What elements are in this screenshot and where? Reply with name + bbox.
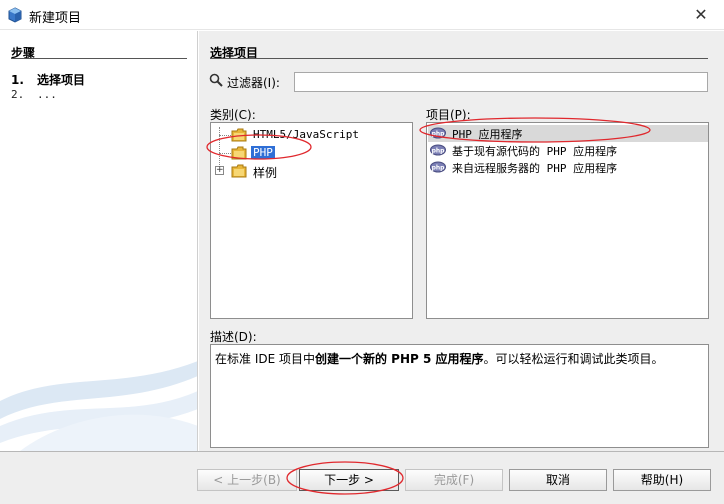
tree-guide — [219, 153, 231, 154]
close-button[interactable]: ✕ — [678, 0, 724, 30]
categories-label: 类别(C): — [210, 108, 256, 122]
window-title: 新建项目 — [29, 11, 82, 26]
project-item-php-app[interactable]: php PHP 应用程序 — [428, 125, 708, 142]
step-item-1: 1. 选择项目 — [11, 71, 85, 88]
svg-text:php: php — [432, 147, 446, 154]
help-button[interactable]: 帮助(H) — [613, 469, 711, 491]
finish-button[interactable]: 完成(F) — [405, 469, 503, 491]
back-button[interactable]: < 上一步(B) — [197, 469, 297, 491]
description-suffix: 。可以轻松运行和调试此类项目。 — [483, 352, 664, 366]
close-icon: ✕ — [694, 5, 708, 24]
description-label: 描述(D): — [210, 330, 257, 344]
next-button[interactable]: 下一步 > — [299, 469, 399, 491]
netbeans-cube-icon — [8, 7, 22, 23]
php-icon: php — [430, 127, 446, 139]
tree-guide — [219, 127, 220, 167]
tree-guide — [219, 135, 231, 136]
project-label: PHP 应用程序 — [452, 128, 523, 141]
filter-row: 过滤器(I): — [209, 71, 709, 92]
steps-panel: 步骤 1. 选择项目 2.... — [0, 31, 198, 451]
expand-toggle[interactable]: + — [215, 166, 224, 175]
category-label: HTML5/JavaScript — [253, 128, 359, 141]
project-item-remote-server[interactable]: php 来自远程服务器的 PHP 应用程序 — [428, 159, 708, 176]
project-label: 来自远程服务器的 PHP 应用程序 — [452, 162, 618, 175]
description-emphasis: 创建一个新的 PHP 5 应用程序 — [315, 352, 484, 366]
cancel-button[interactable]: 取消 — [509, 469, 607, 491]
php-icon: php — [430, 144, 446, 156]
search-icon — [209, 73, 223, 87]
php-icon: php — [430, 161, 446, 173]
step-number: 1. — [11, 73, 24, 87]
step-label: ... — [37, 88, 57, 101]
description-prefix: 在标准 IDE 项目中 — [215, 352, 315, 366]
steps-divider — [11, 58, 187, 59]
projects-list[interactable]: php PHP 应用程序 php 基于现有源代码的 PHP 应用程序 php 来… — [426, 122, 709, 319]
folder-icon — [231, 128, 247, 142]
folder-icon — [231, 146, 247, 160]
projects-label: 项目(P): — [426, 108, 471, 122]
decorative-swirl — [0, 361, 197, 451]
folder-icon — [231, 164, 247, 178]
category-label: 样例 — [253, 166, 278, 180]
svg-text:php: php — [432, 130, 446, 137]
filter-input[interactable] — [294, 72, 708, 92]
title-bar: 新建项目 ✕ — [0, 0, 724, 30]
project-item-existing-sources[interactable]: php 基于现有源代码的 PHP 应用程序 — [428, 142, 708, 159]
filter-label: 过滤器(I): — [227, 76, 280, 90]
category-label: PHP — [251, 146, 275, 159]
step-number: 2. — [11, 88, 25, 101]
description-box: 在标准 IDE 项目中创建一个新的 PHP 5 应用程序。可以轻松运行和调试此类… — [210, 344, 709, 448]
panel-divider — [210, 58, 708, 59]
step-label: 选择项目 — [37, 73, 86, 87]
categories-tree[interactable]: + HTML5/JavaScript PHP 样例 — [210, 122, 413, 319]
main-panel: 选择项目 过滤器(I): 类别(C): 项目(P): + HTML5/JavaS… — [199, 31, 724, 451]
step-item-2: 2.... — [11, 88, 57, 101]
svg-text:php: php — [432, 164, 446, 171]
button-bar: < 上一步(B) 下一步 > 完成(F) 取消 帮助(H) — [0, 452, 724, 504]
project-label: 基于现有源代码的 PHP 应用程序 — [452, 145, 618, 158]
